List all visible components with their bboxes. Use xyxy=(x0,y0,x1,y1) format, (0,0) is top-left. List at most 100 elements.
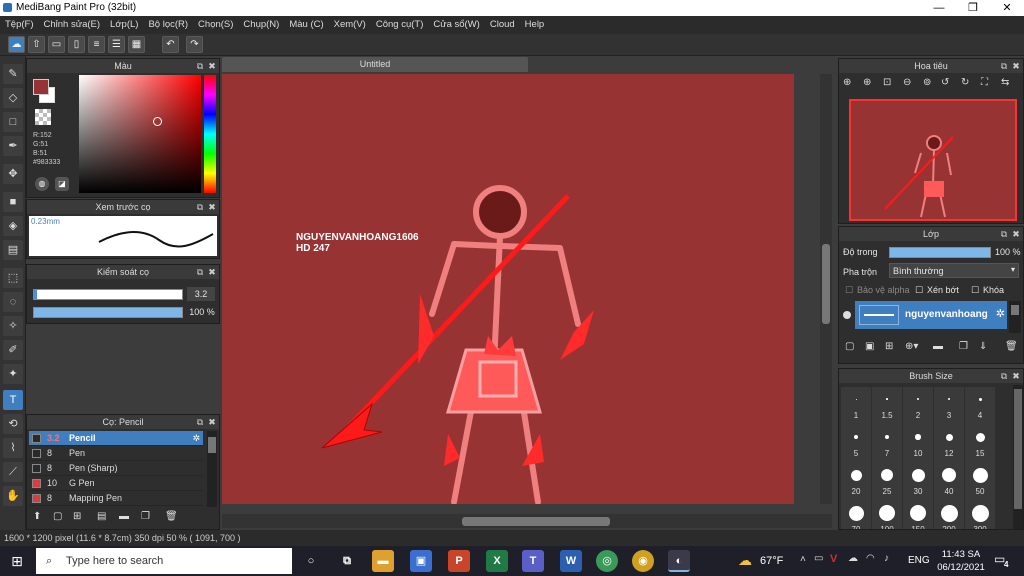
brush-size-option[interactable]: 2 xyxy=(903,387,933,425)
zoom-in-2-icon[interactable]: ⊕ xyxy=(863,77,871,88)
task-view-icon[interactable]: ⧉ xyxy=(336,550,358,572)
brush-size-option[interactable]: 150 xyxy=(903,501,933,529)
close-panel-icon[interactable]: ✖ xyxy=(207,415,217,429)
document-icon[interactable]: ≡ xyxy=(88,36,105,53)
menu-color[interactable]: Màu (C) xyxy=(284,16,328,34)
gear-icon[interactable]: ✲ xyxy=(192,431,200,446)
brush-size-option[interactable]: 25 xyxy=(872,463,902,501)
taskbar-search-box[interactable]: ⌕ Type here to search xyxy=(36,548,292,574)
zoom-out-icon[interactable]: ⊖ xyxy=(903,77,911,88)
cloud-brush-icon[interactable]: ⬆ xyxy=(33,511,41,522)
restore-icon[interactable]: ❐ xyxy=(956,0,990,16)
cloud-icon[interactable]: ☁ xyxy=(8,36,25,53)
popout-icon[interactable]: ⧉ xyxy=(195,265,205,279)
brush-opacity-slider[interactable] xyxy=(33,307,183,318)
close-panel-icon[interactable]: ✖ xyxy=(207,200,217,214)
select-pen-tool-icon[interactable]: ✐ xyxy=(3,340,23,360)
brush-size-option[interactable]: 70 xyxy=(841,501,871,529)
fit-window-icon[interactable]: ⛶ xyxy=(981,77,988,88)
fill-rect-tool-icon[interactable]: ■ xyxy=(3,192,23,212)
duplicate-layer-icon[interactable]: ❐ xyxy=(959,341,968,352)
menu-help[interactable]: Help xyxy=(520,16,550,34)
clipping-checkbox[interactable]: ☐ xyxy=(915,285,923,296)
duplicate-brush-icon[interactable]: ❐ xyxy=(141,511,150,522)
close-panel-icon[interactable]: ✖ xyxy=(207,59,217,73)
tray-arrow-icon[interactable]: ˄ xyxy=(800,554,806,565)
brush-size-option[interactable]: 1.5 xyxy=(872,387,902,425)
brush-size-option[interactable]: 300 xyxy=(965,501,995,529)
new-8bit-layer-icon[interactable]: ⊞ xyxy=(885,341,893,352)
select-rect-tool-icon[interactable]: ⬚ xyxy=(3,268,23,288)
wifi-icon[interactable]: ◠ xyxy=(866,553,875,564)
list-icon[interactable]: ☰ xyxy=(108,36,125,53)
rotate-left-icon[interactable]: ↺ xyxy=(941,77,949,88)
close-window-icon[interactable]: ✕ xyxy=(990,0,1024,16)
move-tool-icon[interactable]: ✥ xyxy=(3,164,23,184)
lock-checkbox[interactable]: ☐ xyxy=(971,285,979,296)
brush-size-option[interactable]: 200 xyxy=(934,501,964,529)
delete-brush-icon[interactable]: 🗑 xyxy=(165,511,178,522)
popout-icon[interactable]: ⧉ xyxy=(195,59,205,73)
brush-size-option[interactable]: 12 xyxy=(934,425,964,463)
brush-size-value[interactable]: 3.2 xyxy=(187,287,215,301)
primary-color-swatch[interactable] xyxy=(33,79,49,95)
merge-layer-icon[interactable]: ⇓ xyxy=(979,341,987,352)
zoom-in-icon[interactable]: ⊕ xyxy=(843,77,851,88)
close-panel-icon[interactable]: ✖ xyxy=(1011,227,1021,241)
blend-mode-select[interactable]: Bình thường ▾ xyxy=(889,263,1019,278)
excel-icon[interactable]: X xyxy=(486,550,508,572)
alpha-protect-checkbox[interactable]: ☐ xyxy=(845,285,853,296)
gradient-tool-icon[interactable]: ▤ xyxy=(3,240,23,260)
menu-tools[interactable]: Công cụ(T) xyxy=(371,16,429,34)
popout-icon[interactable]: ⧉ xyxy=(999,227,1009,241)
popout-icon[interactable]: ⧉ xyxy=(999,59,1009,73)
menu-select[interactable]: Chọn(S) xyxy=(193,16,238,34)
brush-size-option[interactable]: 30 xyxy=(903,463,933,501)
brush-list-scrollbar[interactable] xyxy=(207,431,217,507)
actual-size-icon[interactable]: ⊚ xyxy=(923,77,931,88)
rotate-right-icon[interactable]: ↻ xyxy=(961,77,969,88)
brush-list-item[interactable]: 8 Mapping Pen xyxy=(29,491,203,506)
store-icon[interactable]: ▣ xyxy=(410,550,432,572)
canvas-horizontal-scrollbar[interactable] xyxy=(222,514,832,528)
menu-snap[interactable]: Chụp(N) xyxy=(238,16,284,34)
gear-icon[interactable]: ✲ xyxy=(996,307,1005,320)
shape-tool-icon[interactable]: □ xyxy=(3,112,23,132)
add-brush-icon[interactable]: ⊞ xyxy=(73,511,81,522)
bucket-tool-icon[interactable]: ◈ xyxy=(3,216,23,236)
color-picker-cursor[interactable] xyxy=(153,117,162,126)
brush-settings-icon[interactable]: ▤ xyxy=(97,511,106,522)
menu-edit[interactable]: Chỉnh sửa(E) xyxy=(39,16,106,34)
pen-tool-icon[interactable]: ✒ xyxy=(3,136,23,156)
brush-size-option[interactable]: 50 xyxy=(965,463,995,501)
word-icon[interactable]: W xyxy=(560,550,582,572)
saturation-value-picker[interactable] xyxy=(79,75,201,193)
brush-size-option[interactable]: 40 xyxy=(934,463,964,501)
magic-wand-tool-icon[interactable]: ✧ xyxy=(3,316,23,336)
new-brush-icon[interactable]: ▢ xyxy=(53,511,62,522)
add-layer-menu-icon[interactable]: ⊕▾ xyxy=(905,341,918,352)
close-panel-icon[interactable]: ✖ xyxy=(1011,59,1021,73)
palette-icon[interactable]: ◍ xyxy=(35,177,49,191)
close-panel-icon[interactable]: ✖ xyxy=(1011,369,1021,383)
popout-icon[interactable]: ⧉ xyxy=(195,415,205,429)
eyedropper-tool-icon[interactable]: ⌇ xyxy=(3,438,23,458)
grid-icon[interactable]: ▦ xyxy=(128,36,145,53)
chrome-icon[interactable]: ◉ xyxy=(632,550,654,572)
share-icon[interactable]: ⇧ xyxy=(28,36,45,53)
lasso-tool-icon[interactable]: ◌ xyxy=(3,292,23,312)
drawing-canvas[interactable]: NGUYENVANHOANG1606 HD 247 xyxy=(222,74,794,504)
folder-icon[interactable]: ▬ xyxy=(119,511,129,522)
brush-size-option[interactable]: 5 xyxy=(841,425,871,463)
menu-filter[interactable]: Bộ lọc(R) xyxy=(143,16,193,34)
brush-size-option[interactable]: 7 xyxy=(872,425,902,463)
brush-size-option[interactable]: 1 xyxy=(841,387,871,425)
text-tool-icon[interactable]: T xyxy=(3,390,23,410)
brush-size-option[interactable]: 100 xyxy=(872,501,902,529)
brush-list-item[interactable]: 3.2 Pencil ✲ xyxy=(29,431,203,446)
cortana-icon[interactable]: ○ xyxy=(300,550,322,572)
brush-tool-icon[interactable]: ✎ xyxy=(3,64,23,84)
layer-scrollbar[interactable] xyxy=(1009,301,1021,333)
layer-opacity-slider[interactable] xyxy=(889,247,991,258)
popout-icon[interactable]: ⧉ xyxy=(195,200,205,214)
